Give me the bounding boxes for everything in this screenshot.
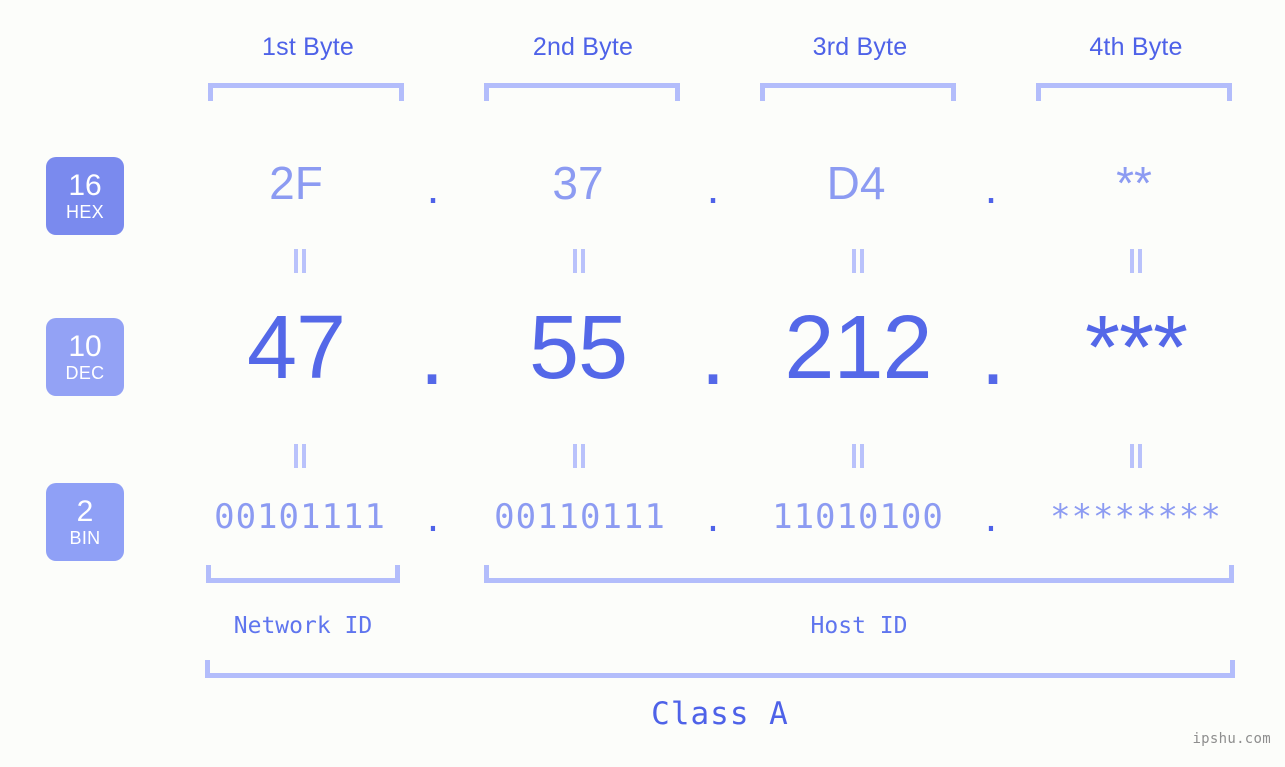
- hex-value-byte-2: 37: [552, 157, 604, 209]
- hex-separator-2: .: [706, 161, 720, 213]
- hex-separator-3: .: [984, 161, 998, 213]
- dec-value-byte-4: ***: [1084, 298, 1188, 398]
- equality-connector-hex-dec-4: [1129, 249, 1143, 273]
- site-watermark: ipshu.com: [1192, 731, 1271, 747]
- bin-value-byte-2: 00110111: [494, 497, 666, 537]
- class-bracket: [205, 660, 1235, 678]
- equality-connector-hex-dec-2: [572, 249, 586, 273]
- byte-header-1: 1st Byte: [262, 33, 354, 61]
- equality-connector-hex-dec-3: [851, 249, 865, 273]
- equality-connector-dec-bin-2: [572, 444, 586, 468]
- hex-value-byte-4: **: [1116, 157, 1152, 209]
- base-badge-bin: 2 BIN: [46, 483, 124, 561]
- base-badge-dec: 10 DEC: [46, 318, 124, 396]
- dec-value-byte-1: 47: [246, 298, 346, 398]
- hex-value-byte-3: D4: [826, 157, 886, 209]
- ip-byte-breakdown-diagram: 1st Byte 2nd Byte 3rd Byte 4th Byte 16 H…: [0, 0, 1285, 767]
- byte-bracket-3: [760, 83, 956, 101]
- base-badge-dec-number: 10: [68, 330, 102, 363]
- bin-separator-2: .: [702, 500, 724, 540]
- bin-separator-3: .: [980, 500, 1002, 540]
- byte-bracket-4: [1036, 83, 1232, 101]
- class-label: Class A: [651, 696, 789, 732]
- bin-value-byte-4: ********: [1050, 497, 1222, 537]
- hex-value-byte-1: 2F: [269, 157, 323, 209]
- equality-connector-dec-bin-1: [293, 444, 307, 468]
- equality-connector-dec-bin-4: [1129, 444, 1143, 468]
- bin-value-byte-1: 00101111: [214, 497, 386, 537]
- base-badge-hex: 16 HEX: [46, 157, 124, 235]
- host-id-bracket: [484, 565, 1234, 583]
- byte-header-3: 3rd Byte: [812, 33, 908, 61]
- bin-value-byte-3: 11010100: [772, 497, 944, 537]
- byte-bracket-2: [484, 83, 680, 101]
- bin-separator-1: .: [422, 500, 444, 540]
- base-badge-dec-abbr: DEC: [65, 363, 105, 383]
- base-badge-hex-abbr: HEX: [66, 202, 104, 222]
- dec-separator-1: .: [419, 304, 445, 404]
- dec-separator-2: .: [700, 304, 726, 404]
- equality-connector-hex-dec-1: [293, 249, 307, 273]
- host-id-label: Host ID: [810, 613, 908, 639]
- byte-header-2: 2nd Byte: [532, 33, 634, 61]
- byte-header-4: 4th Byte: [1089, 33, 1183, 61]
- base-badge-bin-number: 2: [76, 495, 94, 528]
- dec-value-byte-2: 55: [528, 298, 628, 398]
- equality-connector-dec-bin-3: [851, 444, 865, 468]
- dec-value-byte-3: 212: [784, 298, 932, 398]
- base-badge-hex-number: 16: [68, 169, 102, 202]
- dec-separator-3: .: [980, 304, 1006, 404]
- base-badge-bin-abbr: BIN: [69, 528, 101, 548]
- network-id-bracket: [206, 565, 400, 583]
- hex-separator-1: .: [426, 161, 440, 213]
- byte-bracket-1: [208, 83, 404, 101]
- network-id-label: Network ID: [233, 613, 373, 639]
